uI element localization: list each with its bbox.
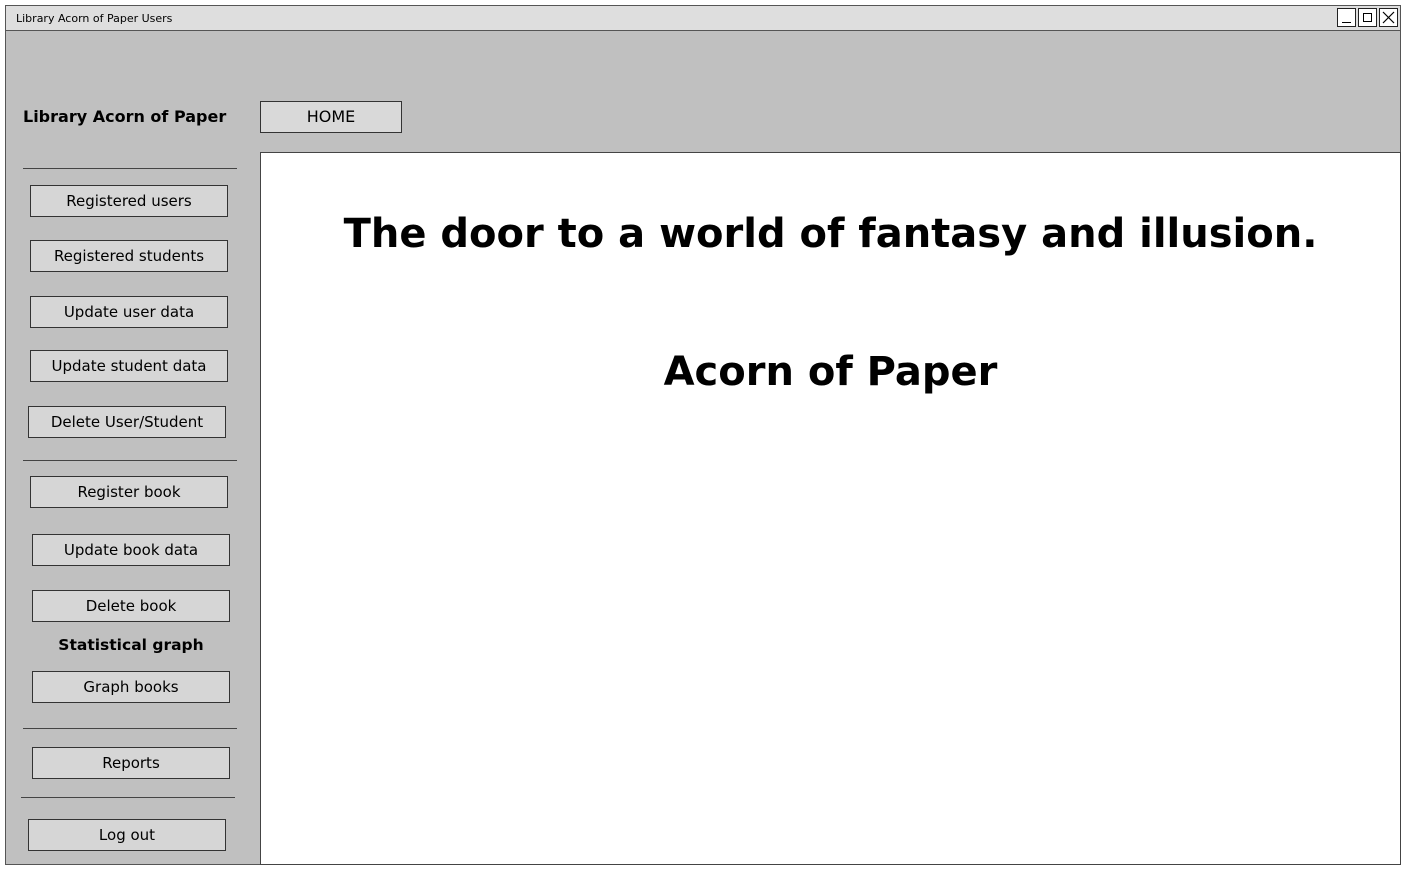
maximize-icon[interactable] [1358, 8, 1377, 27]
sidebar-divider [21, 797, 235, 798]
update-user-data-button[interactable]: Update user data [30, 296, 228, 328]
reports-button[interactable]: Reports [32, 747, 230, 779]
delete-book-button[interactable]: Delete book [32, 590, 230, 622]
main-content-panel: The door to a world of fantasy and illus… [260, 152, 1401, 865]
app-window: Library Acorn of Paper Users Library Aco… [5, 5, 1401, 865]
window-controls [1337, 8, 1398, 27]
update-student-data-button[interactable]: Update student data [30, 350, 228, 382]
registered-students-button[interactable]: Registered students [30, 240, 228, 272]
sidebar-divider [23, 168, 237, 169]
minimize-icon[interactable] [1337, 8, 1356, 27]
brand-title: Acorn of Paper [663, 349, 998, 395]
statistical-graph-heading: Statistical graph [58, 636, 204, 654]
tagline: The door to a world of fantasy and illus… [343, 211, 1318, 257]
sidebar-divider [23, 728, 237, 729]
log-out-button[interactable]: Log out [28, 819, 226, 851]
graph-books-button[interactable]: Graph books [32, 671, 230, 703]
home-button[interactable]: HOME [260, 101, 402, 133]
close-icon[interactable] [1379, 8, 1398, 27]
register-book-button[interactable]: Register book [30, 476, 228, 508]
app-name: Library Acorn of Paper [23, 107, 227, 126]
sidebar-divider [23, 460, 237, 461]
window-title: Library Acorn of Paper Users [16, 12, 173, 25]
registered-users-button[interactable]: Registered users [30, 185, 228, 217]
title-bar: Library Acorn of Paper Users [6, 6, 1400, 31]
delete-user-student-button[interactable]: Delete User/Student [28, 406, 226, 438]
update-book-data-button[interactable]: Update book data [32, 534, 230, 566]
